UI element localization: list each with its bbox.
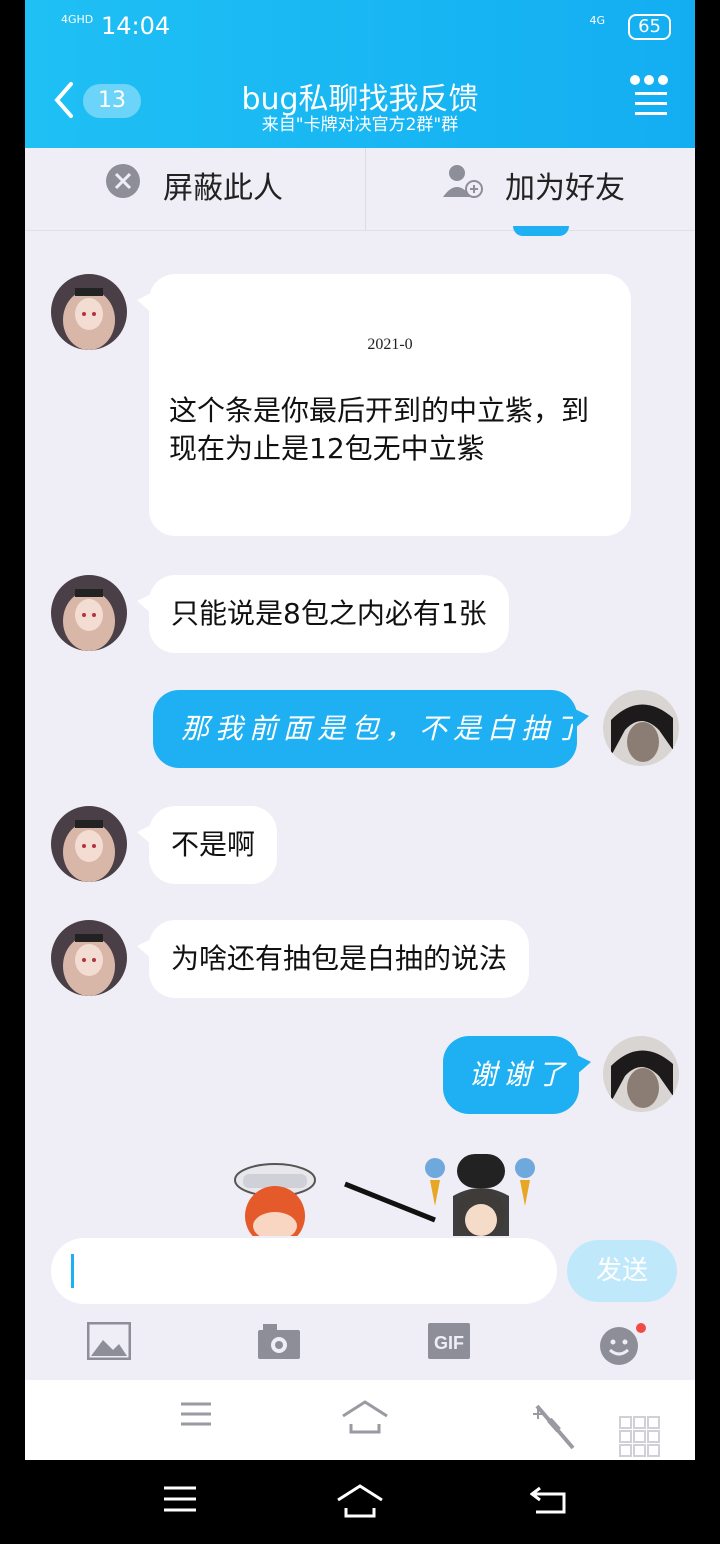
message-input[interactable] <box>51 1238 557 1304</box>
dark-hair-avatar-icon <box>603 1036 679 1112</box>
system-home-icon[interactable] <box>336 1484 384 1522</box>
message-bubble[interactable]: 只能说是8包之内必有1张 <box>137 575 509 653</box>
message-bubble-outgoing[interactable]: 那我前面是包，不是白抽了 <box>153 690 589 768</box>
image-icon[interactable] <box>86 1321 135 1370</box>
block-user-button[interactable]: 屏蔽此人 <box>105 148 283 230</box>
add-friend-icon <box>443 149 483 231</box>
status-bar: 4GHD 14:04 4G 65 <box>61 12 671 44</box>
anime-girl-avatar-icon <box>51 575 127 651</box>
avatar[interactable] <box>51 274 127 350</box>
app-navbar <box>25 1380 695 1460</box>
block-icon <box>105 149 141 231</box>
menu-line <box>635 102 667 105</box>
camera-icon[interactable] <box>257 1322 305 1370</box>
message-bubble[interactable]: 不是啊 <box>136 806 278 884</box>
network-indicator: 4GHD <box>61 13 94 26</box>
network-indicator-2: 4G <box>589 14 605 27</box>
dark-hair-avatar-icon <box>603 690 679 766</box>
gif-label: GIF <box>434 1333 464 1353</box>
add-friend-label: 加为好友 <box>505 171 625 206</box>
avatar[interactable] <box>51 806 127 882</box>
composer-toolbar: GIF <box>25 1316 695 1380</box>
sticker-characters <box>225 1150 545 1236</box>
avatar[interactable] <box>51 920 127 996</box>
magic-wand-icon[interactable] <box>529 1400 577 1450</box>
menu-line <box>635 92 667 95</box>
message-bubble[interactable]: 2021-0 这个条是你最后开到的中立紫，到现在为止是12包无中立紫 <box>137 274 631 536</box>
menu-line <box>635 112 667 115</box>
system-navigation-bar <box>0 1460 720 1544</box>
message-text: 这个条是你最后开到的中立紫，到现在为止是12包无中立紫 <box>169 394 590 465</box>
composer: 发送 <box>25 1232 695 1316</box>
grid-keyboard-icon[interactable] <box>619 1416 661 1457</box>
text-caret <box>71 1254 74 1288</box>
avatar[interactable] <box>51 575 127 651</box>
system-back-icon[interactable] <box>529 1484 568 1520</box>
message-text: 为啥还有抽包是白抽的说法 <box>171 942 508 975</box>
gif-icon[interactable]: GIF <box>427 1322 475 1370</box>
message-text: 只能说是8包之内必有1张 <box>171 597 487 630</box>
menu-icon[interactable] <box>179 1400 213 1440</box>
message-bubble[interactable]: 为啥还有抽包是白抽的说法 <box>136 920 530 998</box>
anime-girl-avatar-icon <box>51 920 127 996</box>
chat-header: 4GHD 14:04 4G 65 13 bug私聊找我反馈 来自"卡牌对决官方2… <box>25 0 695 148</box>
dots-icon <box>630 75 668 85</box>
home-icon[interactable] <box>341 1400 389 1440</box>
battery-indicator: 65 <box>628 14 671 40</box>
my-avatar[interactable] <box>603 1036 679 1112</box>
anime-girl-avatar-icon <box>51 274 127 350</box>
cartoon-sticker-icon <box>234 1154 535 1236</box>
clock: 14:04 <box>101 12 171 40</box>
send-button[interactable]: 发送 <box>567 1240 677 1302</box>
message-text: 那我前面是包，不是白抽了 <box>181 712 590 745</box>
add-friend-button[interactable]: 加为好友 <box>443 148 625 230</box>
divider <box>365 148 366 230</box>
message-text: 不是啊 <box>171 828 256 861</box>
stranger-actions-bar: 屏蔽此人 加为好友 <box>25 148 695 231</box>
message-bubble-outgoing[interactable]: 谢谢了 <box>443 1036 591 1114</box>
recent-apps-icon[interactable] <box>162 1484 198 1518</box>
message-text: 谢谢了 <box>469 1058 572 1091</box>
my-avatar[interactable] <box>603 690 679 766</box>
emoji-icon[interactable] <box>599 1322 647 1370</box>
page-subtitle: 来自"卡牌对决官方2群"群 <box>261 115 459 135</box>
chat-screen: 4GHD 14:04 4G 65 13 bug私聊找我反馈 来自"卡牌对决官方2… <box>25 0 695 1460</box>
more-icon[interactable] <box>630 74 669 115</box>
scrolled-bubble-fragment <box>513 226 569 236</box>
block-user-label: 屏蔽此人 <box>163 171 283 206</box>
anime-girl-avatar-icon <box>51 806 127 882</box>
message-image-snippet[interactable]: 2021-0 <box>149 326 631 364</box>
